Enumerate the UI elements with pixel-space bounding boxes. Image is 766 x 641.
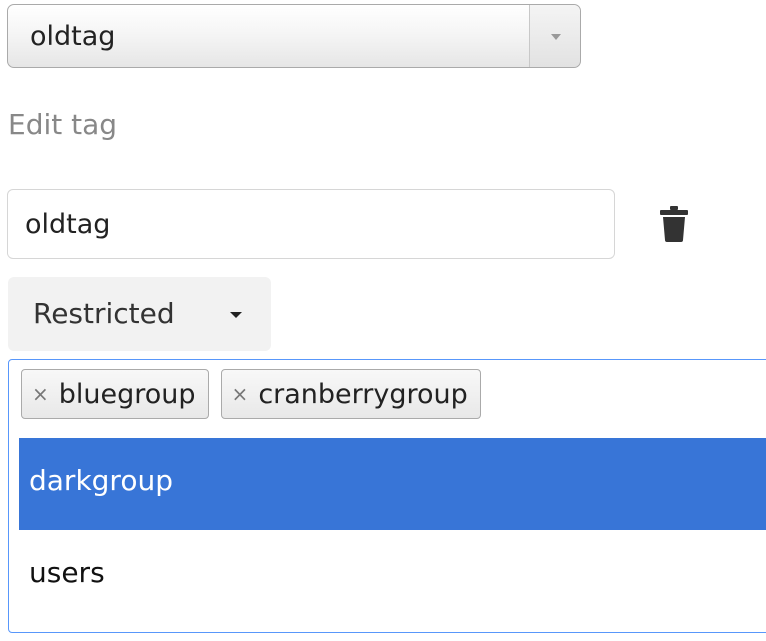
tag-select[interactable]: oldtag [7,4,581,68]
group-chip-label: bluegroup [58,378,196,410]
tag-select-value: oldtag [30,21,116,52]
tag-select-toggle[interactable] [529,5,580,67]
group-chip: × cranberrygroup [220,369,481,419]
visibility-dropdown-button[interactable]: Restricted [8,277,271,351]
tag-editor: oldtag Edit tag Restricted × bluegroup ×… [0,0,766,641]
remove-chip-icon[interactable]: × [232,384,249,404]
remove-chip-icon[interactable]: × [32,384,49,404]
edit-tag-label: Edit tag [8,108,118,141]
group-chip-label: cranberrygroup [258,378,468,410]
group-option[interactable]: darkgroup [19,438,766,530]
selected-groups: × bluegroup × cranberrygroup [21,369,481,419]
group-option[interactable]: users [19,530,766,622]
group-chip: × bluegroup [21,369,209,419]
group-multiselect[interactable]: × bluegroup × cranberrygroup darkgroup u… [8,359,766,633]
tag-name-input[interactable] [7,189,615,259]
caret-down-icon [230,312,242,318]
chevron-down-icon [551,34,561,40]
group-options-list: darkgroup users [19,438,766,622]
visibility-label: Restricted [33,297,175,330]
trash-icon[interactable] [660,206,688,242]
